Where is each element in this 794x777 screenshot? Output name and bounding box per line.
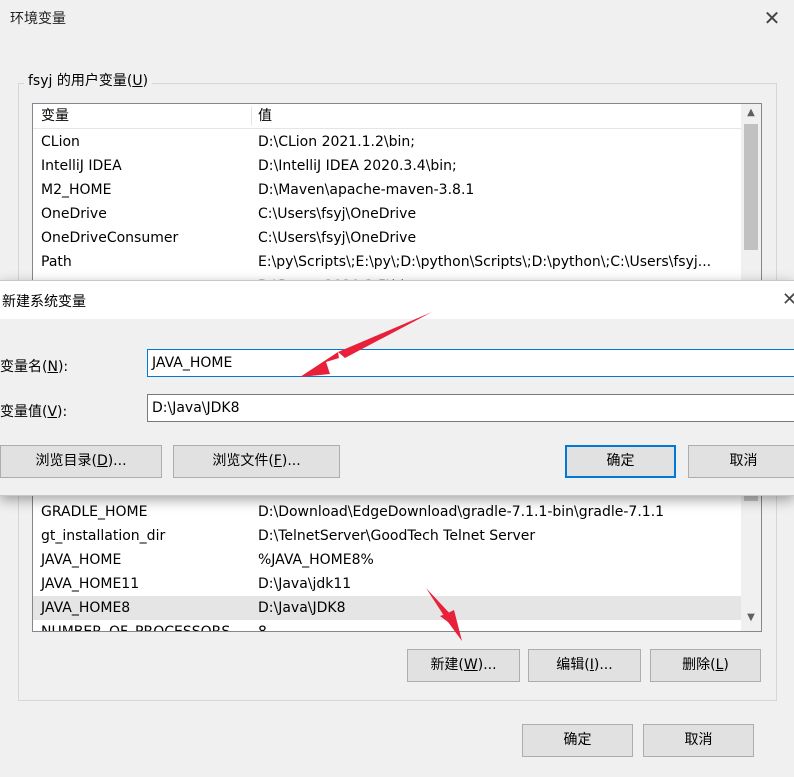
delete-variable-button[interactable]: 删除(L) [650, 649, 761, 682]
row-value: D:\Download\EdgeDownload\gradle-7.1.1-bi… [258, 504, 665, 520]
row-name: JAVA_HOME8 [41, 600, 131, 616]
button-label: )... [593, 657, 613, 673]
button-label: ) [723, 657, 729, 673]
row-name: NUMBER_OF_PROCESSORS [41, 624, 231, 632]
edit-variable-button[interactable]: 编辑(I)... [528, 649, 641, 682]
button-label: )... [477, 657, 497, 673]
accelerator-key: V [47, 404, 58, 420]
scroll-down-icon[interactable]: ▼ [741, 609, 761, 627]
table-row[interactable]: IntelliJ IDEA D:\IntelliJ IDEA 2020.3.4\b… [33, 154, 741, 178]
user-variables-list[interactable]: 变量 值 CLion D:\CLion 2021.1.2\bin; Intelli… [32, 103, 762, 295]
row-value: C:\Users\fsyj\OneDrive [258, 206, 417, 222]
scroll-up-icon[interactable]: ▲ [741, 104, 761, 122]
label-text: 变量名( [0, 359, 48, 375]
vertical-scrollbar[interactable]: ▼ [741, 481, 761, 631]
row-name: IntelliJ IDEA [41, 158, 122, 174]
row-name: gt_installation_dir [41, 528, 166, 544]
button-label: 新建( [430, 657, 464, 673]
dialog-close-icon[interactable]: ✕ [782, 289, 794, 310]
dialog-ok-button[interactable]: 确定 [565, 445, 676, 478]
button-label: 删除( [682, 657, 716, 673]
row-value: 8 [258, 624, 267, 632]
scrollbar-thumb[interactable] [744, 124, 758, 250]
close-icon[interactable]: ✕ [760, 6, 784, 30]
variable-value-label: 变量值(V): [0, 401, 67, 421]
column-header-name[interactable]: 变量 [41, 104, 69, 128]
row-name: CLion [41, 134, 80, 150]
table-row[interactable]: JAVA_HOME %JAVA_HOME8% [33, 548, 741, 572]
row-value: D:\Java\jdk11 [258, 576, 352, 592]
row-value: D:\CLion 2021.1.2\bin; [258, 134, 415, 150]
label-text: ): [57, 404, 68, 420]
dialog-title: 新建系统变量 [2, 294, 86, 310]
row-value: D:\TelnetServer\GoodTech Telnet Server [258, 528, 536, 544]
button-label: 编辑( [556, 657, 590, 673]
row-name: JAVA_HOME [41, 552, 122, 568]
dialog-titlebar[interactable] [0, 281, 794, 319]
accelerator-key: N [47, 359, 58, 375]
table-row[interactable]: NUMBER_OF_PROCESSORS 8 [33, 620, 741, 632]
row-name: Path [41, 254, 72, 270]
row-value: D:\Java\JDK8 [258, 600, 346, 616]
browse-directory-button[interactable]: 浏览目录(D)... [0, 445, 162, 478]
new-system-variable-dialog: 新建系统变量 ✕ 变量名(N): JAVA_HOME 变量值(V): D:\Ja… [0, 280, 794, 496]
row-value: %JAVA_HOME8% [258, 552, 374, 568]
dialog-cancel-button[interactable]: 取消 [688, 445, 794, 478]
row-name: OneDrive [41, 206, 107, 222]
row-name: JAVA_HOME11 [41, 576, 140, 592]
table-row[interactable]: JAVA_HOME11 D:\Java\jdk11 [33, 572, 741, 596]
label-text: ) [142, 73, 149, 89]
row-value: D:\Maven\apache-maven-3.8.1 [258, 182, 475, 198]
row-name: GRADLE_HOME [41, 504, 148, 520]
row-name: OneDriveConsumer [41, 230, 179, 246]
table-row[interactable]: CLion D:\CLion 2021.1.2\bin; [33, 130, 741, 154]
column-header-value[interactable]: 值 [258, 104, 272, 128]
label-text: ): [57, 359, 69, 375]
table-row[interactable]: OneDriveConsumer C:\Users\fsyj\OneDrive [33, 226, 741, 250]
table-row[interactable]: GRADLE_HOME D:\Download\EdgeDownload\grad… [33, 500, 741, 524]
table-row-selected[interactable]: JAVA_HOME8 D:\Java\JDK8 [33, 596, 741, 620]
system-variables-list[interactable]: GRADLE_HOME D:\Download\EdgeDownload\grad… [32, 480, 762, 632]
button-label: 浏览文件( [212, 453, 274, 469]
column-separator[interactable] [251, 106, 252, 126]
table-row[interactable]: Path E:\py\Scripts\;E:\py\;D:\python\Scri… [33, 250, 741, 274]
button-label: )... [281, 453, 301, 469]
accelerator-key: W [463, 657, 478, 673]
row-value: E:\py\Scripts\;E:\py\;D:\python\Scripts\… [258, 254, 712, 270]
variable-value-input[interactable]: D:\Java\JDK8 [147, 394, 794, 422]
new-variable-button[interactable]: 新建(W)... [407, 649, 520, 682]
cancel-button[interactable]: 取消 [643, 724, 754, 757]
row-name: M2_HOME [41, 182, 112, 198]
vertical-scrollbar[interactable]: ▲ [741, 104, 761, 294]
button-label: )... [107, 453, 127, 469]
user-variables-label: fsyj 的用户变量(U) [24, 70, 153, 90]
list-header: 变量 值 [33, 104, 755, 129]
table-row[interactable]: OneDrive C:\Users\fsyj\OneDrive [33, 202, 741, 226]
accelerator-key: F [273, 453, 282, 469]
table-row[interactable]: M2_HOME D:\Maven\apache-maven-3.8.1 [33, 178, 741, 202]
variable-name-input[interactable]: JAVA_HOME [147, 349, 794, 377]
row-value: C:\Users\fsyj\OneDrive [258, 230, 417, 246]
variable-name-label: 变量名(N): [0, 356, 68, 376]
label-text: fsyj 的用户变量( [28, 73, 133, 89]
window-title: 环境变量 [10, 11, 66, 27]
browse-file-button[interactable]: 浏览文件(F)... [173, 445, 340, 478]
button-label: 浏览目录( [35, 453, 97, 469]
ok-button[interactable]: 确定 [522, 724, 633, 757]
table-row[interactable]: gt_installation_dir D:\TelnetServer\GoodT… [33, 524, 741, 548]
accelerator-key: D [96, 453, 108, 469]
label-text: 变量值( [0, 404, 48, 420]
accelerator-key: U [132, 73, 143, 89]
row-value: D:\IntelliJ IDEA 2020.3.4\bin; [258, 158, 457, 174]
